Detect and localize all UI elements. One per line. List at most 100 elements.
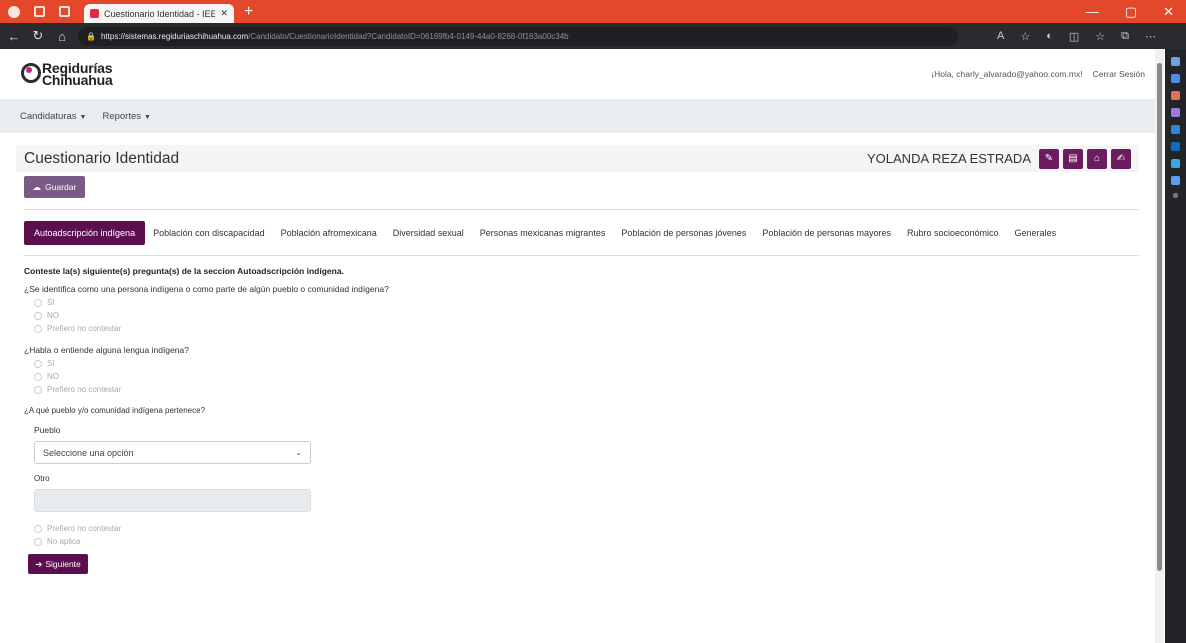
- address-bar[interactable]: 🔒 https://sistemas.regiduriaschihuahua.c…: [78, 26, 958, 46]
- more-menu-icon[interactable]: ⋯: [1145, 30, 1156, 43]
- copilot-icon[interactable]: [1171, 176, 1180, 185]
- new-tab-button[interactable]: +: [244, 3, 253, 21]
- tab-rubro-socioeconomico[interactable]: Rubro socioeconómico: [899, 221, 1007, 245]
- divider: [24, 255, 1139, 256]
- q3-option-prefiero-no[interactable]: Prefiero no contestar: [34, 524, 1155, 533]
- browser-tab-strip: Cuestionario Identidad - IEECon ✕ + — ▢ …: [0, 0, 1186, 23]
- profile-icon[interactable]: [8, 5, 20, 18]
- q2-option-si[interactable]: SI: [34, 359, 1155, 368]
- browser-toolbar-icons: A ☆ ◐ ◫ ☆ ⧉ ⋯: [997, 30, 1186, 43]
- games-icon[interactable]: [1171, 108, 1180, 117]
- tab-poblacion-personas-jovenes[interactable]: Población de personas jóvenes: [613, 221, 754, 245]
- home-button[interactable]: ⌂: [1087, 148, 1107, 169]
- home-icon: ⌂: [1093, 153, 1101, 164]
- tab-poblacion-personas-mayores[interactable]: Población de personas mayores: [754, 221, 899, 245]
- tab-autoadscripcion-indigena[interactable]: Autoadscripción indígena: [24, 221, 146, 245]
- id-card-button[interactable]: ▤: [1063, 148, 1083, 169]
- tab-generales[interactable]: Generales: [1007, 221, 1065, 245]
- caret-down-icon: ▼: [144, 113, 151, 121]
- collections-icon[interactable]: ⧉: [1121, 30, 1129, 43]
- back-icon[interactable]: ←: [4, 29, 24, 44]
- menu-item-label: Reportes: [102, 110, 142, 122]
- q2-option-no[interactable]: NO: [34, 372, 1155, 381]
- page-titlebar: Cuestionario Identidad YOLANDA REZA ESTR…: [16, 145, 1139, 172]
- user-area: ¡Hola, charly_alvarado@yahoo.com.mx! Cer…: [931, 69, 1155, 79]
- scrollbar-thumb[interactable]: [1157, 63, 1162, 571]
- favorites-icon[interactable]: ☆: [1095, 30, 1105, 43]
- divider: [24, 209, 1139, 210]
- radio-button[interactable]: [34, 524, 42, 533]
- option-label: SI: [47, 298, 55, 307]
- reload-icon[interactable]: ↻: [28, 28, 48, 44]
- url-path: /Candidato/CuestionarioIdentidad?Candida…: [248, 31, 569, 41]
- workspaces-icon[interactable]: [34, 6, 45, 17]
- site-logo[interactable]: Regidurías Chihuahua: [20, 61, 113, 87]
- pueblo-select[interactable]: Seleccione una opción ⌄: [34, 441, 311, 464]
- form-button[interactable]: ✍: [1111, 148, 1131, 169]
- logout-link[interactable]: Cerrar Sesión: [1093, 69, 1145, 79]
- question-3: ¿A qué pueblo y/o comunidad indígena per…: [24, 406, 206, 415]
- tab-diversidad-sexual[interactable]: Diversidad sexual: [385, 221, 472, 245]
- tab-actions-icon[interactable]: [59, 6, 70, 17]
- minimize-button[interactable]: —: [1086, 4, 1099, 20]
- read-aloud-icon[interactable]: A: [997, 30, 1004, 43]
- browser-tab[interactable]: Cuestionario Identidad - IEECon ✕: [84, 4, 234, 23]
- radio-button[interactable]: [34, 311, 42, 320]
- edit-button[interactable]: ✎: [1039, 148, 1059, 169]
- logo-line2: Chihuahua: [42, 72, 113, 88]
- menu-item-candidaturas[interactable]: Candidaturas ▼: [20, 111, 86, 122]
- q2-option-prefiero-no[interactable]: Prefiero no contestar: [34, 385, 1155, 394]
- question-2: ¿Habla o entiende alguna lengua indígena…: [24, 345, 189, 355]
- office-icon[interactable]: [1171, 125, 1180, 134]
- radio-button[interactable]: [34, 537, 42, 546]
- otro-input[interactable]: [34, 489, 311, 512]
- logo-text: Regidurías Chihuahua: [42, 61, 113, 88]
- extensions-icon[interactable]: ◐: [1046, 30, 1053, 43]
- edit-icon: ✎: [1044, 153, 1054, 164]
- radio-button[interactable]: [34, 298, 42, 307]
- form-icon: ✍: [1116, 153, 1126, 164]
- shopping-icon[interactable]: [1171, 74, 1180, 83]
- arrow-right-icon: ➜: [35, 558, 43, 569]
- radio-button[interactable]: [34, 385, 42, 394]
- page-scrollbar[interactable]: [1155, 49, 1164, 643]
- otro-label: Otro: [34, 474, 50, 483]
- tab-poblacion-con-discapacidad[interactable]: Población con discapacidad: [145, 221, 273, 245]
- radio-button[interactable]: [34, 372, 42, 381]
- menu-item-reportes[interactable]: Reportes ▼: [102, 111, 151, 122]
- q1-option-si[interactable]: SI: [34, 298, 1155, 307]
- drop-icon[interactable]: [1171, 159, 1180, 168]
- next-button[interactable]: ➜ Siguiente: [28, 554, 88, 574]
- outlook-icon[interactable]: [1171, 142, 1180, 151]
- browser-tab-title: Cuestionario Identidad - IEECon: [104, 8, 216, 19]
- radio-button[interactable]: [34, 324, 42, 333]
- section-tabs: Autoadscripción indígena Población con d…: [24, 221, 1134, 245]
- window-controls: — ▢ ✕: [1086, 4, 1186, 20]
- q1-option-prefiero-no[interactable]: Prefiero no contestar: [34, 324, 1155, 333]
- search-icon[interactable]: [1171, 57, 1180, 66]
- tools-icon[interactable]: [1171, 91, 1180, 100]
- id-card-icon: ▤: [1068, 153, 1078, 164]
- radio-button[interactable]: [34, 359, 42, 368]
- favicon-icon: [90, 9, 99, 18]
- site-header: Regidurías Chihuahua ¡Hola, charly_alvar…: [0, 49, 1155, 99]
- page-title: Cuestionario Identidad: [24, 149, 180, 167]
- q1-option-no[interactable]: NO: [34, 311, 1155, 320]
- pueblo-label: Pueblo: [34, 425, 61, 435]
- home-icon[interactable]: ⌂: [52, 29, 72, 44]
- address-bar-row: ← ↻ ⌂ 🔒 https://sistemas.regiduriaschihu…: [0, 23, 1186, 49]
- tab-poblacion-afromexicana[interactable]: Población afromexicana: [273, 221, 385, 245]
- save-button[interactable]: ☁ Guardar: [24, 176, 85, 198]
- option-label: Prefiero no contestar: [47, 324, 122, 333]
- add-sidebar-icon[interactable]: [1173, 193, 1178, 198]
- option-label: SI: [47, 359, 55, 368]
- option-label: NO: [47, 372, 59, 381]
- maximize-button[interactable]: ▢: [1125, 4, 1137, 20]
- tab-personas-mexicanas-migrantes[interactable]: Personas mexicanas migrantes: [472, 221, 614, 245]
- q3-option-no-aplica[interactable]: No aplica: [34, 537, 1155, 546]
- favorite-star-icon[interactable]: ☆: [1020, 30, 1030, 43]
- close-tab-icon[interactable]: ✕: [220, 8, 228, 19]
- pueblo-select-value: Seleccione una opción: [43, 447, 134, 458]
- close-window-button[interactable]: ✕: [1163, 4, 1174, 20]
- split-screen-icon[interactable]: ◫: [1069, 30, 1079, 43]
